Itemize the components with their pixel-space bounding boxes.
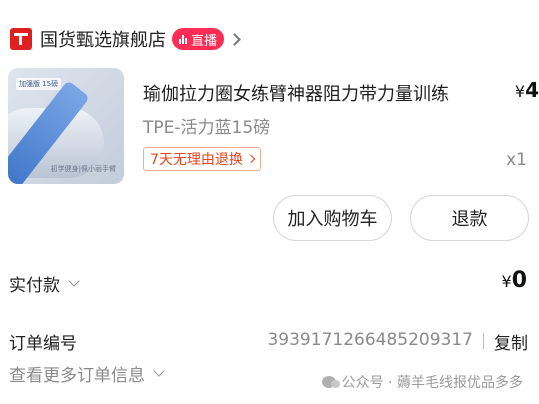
- live-bars-icon: [179, 34, 188, 44]
- wechat-icon: [321, 376, 340, 388]
- watermark: 公众号 · 薅羊毛线报优品多多: [321, 372, 523, 392]
- quantity: x1: [506, 150, 527, 170]
- product-image-tag: 加强版 15磅: [16, 78, 62, 90]
- chevron-down-icon: [68, 275, 80, 287]
- chevron-down-icon: [153, 365, 165, 377]
- paid-amount-label: 实付款: [9, 276, 60, 296]
- watermark-text: 公众号 · 薅羊毛线报优品多多: [341, 375, 523, 391]
- product-image[interactable]: 加强版 15磅 初学健身|佩小丽手臂: [8, 68, 124, 184]
- price-currency: ¥: [514, 82, 526, 101]
- shop-name[interactable]: 国货甄选旗舰店: [40, 26, 166, 52]
- divider: [483, 333, 484, 349]
- copy-button[interactable]: 复制: [494, 329, 528, 354]
- paid-currency: ¥: [501, 272, 512, 291]
- live-badge-label: 直播: [191, 33, 218, 49]
- add-to-cart-button[interactable]: 加入购物车: [273, 195, 392, 241]
- more-order-info-toggle[interactable]: 查看更多订单信息: [9, 361, 165, 386]
- return-policy-tag[interactable]: 7天无理由退换: [143, 147, 261, 171]
- chevron-right-icon[interactable]: [228, 32, 241, 46]
- order-number-label: 订单编号: [9, 334, 77, 354]
- product-image-caption: 初学健身|佩小丽手臂: [50, 165, 116, 173]
- order-number: 3939171266485209317: [267, 330, 473, 350]
- paid-amount-toggle[interactable]: 实付款: [9, 271, 80, 296]
- shop-header[interactable]: 国货甄选旗舰店 直播: [10, 24, 241, 54]
- return-policy-label: 7天无理由退换: [150, 152, 243, 168]
- more-order-info-label: 查看更多订单信息: [9, 366, 145, 386]
- price-value: 4: [525, 78, 539, 102]
- refund-button[interactable]: 退款: [410, 195, 529, 241]
- shop-logo-icon: [10, 28, 32, 50]
- live-badge[interactable]: 直播: [172, 28, 225, 50]
- chevron-right-icon: [246, 154, 256, 164]
- product-price: ¥4: [515, 78, 539, 102]
- paid-value: 0: [511, 268, 527, 293]
- product-title[interactable]: 瑜伽拉力圈女练臂神器阻力带力量训练: [143, 80, 449, 106]
- paid-amount: ¥0: [502, 268, 528, 293]
- product-spec: TPE-活力蓝15磅: [143, 118, 271, 138]
